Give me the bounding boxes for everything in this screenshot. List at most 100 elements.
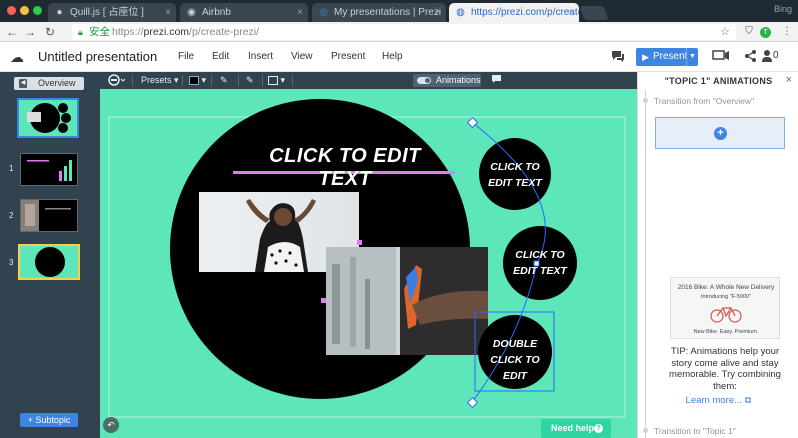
browser-tab[interactable]: ● Quill.js [ 占座位 ] × xyxy=(48,3,176,22)
menu-file[interactable]: File xyxy=(178,51,194,62)
presets-label: Presets xyxy=(141,75,172,85)
question-icon: ? xyxy=(594,424,603,433)
need-help-button[interactable]: Need help ? xyxy=(541,419,611,438)
line-style-icon[interactable]: ✎ xyxy=(246,74,254,87)
comments-icon[interactable] xyxy=(610,49,626,67)
toolbar-divider xyxy=(262,75,263,86)
plus-icon: + xyxy=(714,127,727,140)
tab-title: My presentations | Prezi xyxy=(334,7,442,18)
timeline-dot xyxy=(643,428,648,433)
path-handle xyxy=(466,396,479,409)
toolbar-divider xyxy=(211,75,212,86)
menu-present[interactable]: Present xyxy=(331,51,365,62)
url-text: https://prezi.com/p/create-prezi/ xyxy=(112,24,259,40)
tip-image-caption: New Bike. Easy. Premium. xyxy=(693,329,759,335)
presets-dropdown[interactable]: Presets ▾ xyxy=(141,74,179,87)
chevron-down-icon[interactable]: ▼ xyxy=(686,48,698,66)
close-icon[interactable]: × xyxy=(786,74,792,86)
slide-number: 1 xyxy=(9,164,14,173)
add-animation-box[interactable]: + xyxy=(655,117,785,149)
back-button[interactable]: ↶ xyxy=(103,417,119,433)
browser-tab[interactable]: ◎ My presentations | Prezi × xyxy=(312,3,446,22)
learn-more-link[interactable]: Learn more... ⧉ xyxy=(638,395,798,406)
overview-label: Overview xyxy=(38,78,76,88)
photo-hand[interactable] xyxy=(326,247,488,355)
back-arrow-icon[interactable]: ← xyxy=(4,24,20,40)
circle-thumbnail xyxy=(35,247,65,277)
cloud-icon[interactable]: ☁ xyxy=(10,49,26,65)
slides-sidebar: ◀ Overview 1 2 3 + Subtopic xyxy=(0,72,100,438)
present-button[interactable]: ▶ Present ▼ xyxy=(636,48,698,66)
present-label: Present xyxy=(653,51,688,62)
prezi-icon: ◎ xyxy=(319,7,328,18)
slide-thumbnail-2[interactable] xyxy=(20,199,78,232)
reload-icon[interactable]: ↻ xyxy=(42,24,58,40)
slide-thumbnail-3[interactable] xyxy=(18,244,80,280)
bubble-text-2[interactable]: CLICK TO EDIT TEXT xyxy=(508,247,572,279)
close-icon[interactable]: × xyxy=(568,3,574,22)
animations-label: Animations xyxy=(436,75,481,85)
timeline-dot xyxy=(643,98,648,103)
lock-icon: 🔒︎ xyxy=(78,27,83,37)
play-icon: ▶ xyxy=(642,52,649,62)
share-icon[interactable] xyxy=(744,49,758,67)
border-color-picker[interactable]: ▾ xyxy=(268,74,285,87)
timeline-line xyxy=(645,90,646,438)
menu-insert[interactable]: Insert xyxy=(248,51,273,62)
close-icon[interactable]: × xyxy=(165,3,171,22)
slide-thumbnail-1[interactable] xyxy=(20,153,78,186)
comment-icon[interactable] xyxy=(491,74,502,87)
location-pin-icon: ◉ xyxy=(187,7,196,18)
browser-user-label[interactable]: Bing xyxy=(774,4,792,14)
forward-arrow-icon[interactable]: → xyxy=(22,24,38,40)
tip-image: 2016 Bike: A Whole New Delivery Introduc… xyxy=(670,277,780,339)
url-host: prezi.com xyxy=(143,26,190,38)
pen-icon[interactable]: ✎ xyxy=(220,74,228,87)
maximize-window-button[interactable] xyxy=(33,6,42,15)
animations-toggle[interactable]: Animations xyxy=(413,74,481,87)
overview-icon: ◀ xyxy=(19,79,27,88)
tip-image-subtitle: Introducing "F-5000" xyxy=(700,294,752,300)
toggle-icon xyxy=(417,77,431,84)
presentation-title[interactable]: Untitled presentation xyxy=(38,49,157,64)
minimize-window-button[interactable] xyxy=(20,6,29,15)
bubble-text-1[interactable]: CLICK TO EDIT TEXT xyxy=(483,159,547,191)
toolbar-divider xyxy=(182,75,183,86)
github-icon: ● xyxy=(56,7,63,18)
fill-color-picker[interactable]: ▾ xyxy=(189,74,206,87)
secure-label: 安全 xyxy=(89,26,110,38)
menu-view[interactable]: View xyxy=(291,51,313,62)
transition-from-label: Transition from "Overview" xyxy=(654,96,755,106)
menu-help[interactable]: Help xyxy=(382,51,403,62)
shield-extension-icon[interactable]: ⛉ xyxy=(742,25,756,39)
green-extension-icon[interactable]: T xyxy=(760,27,771,38)
browser-tab[interactable]: ◉ Airbnb × xyxy=(180,3,308,22)
editor-toolbar: Presets ▾ ▾ ✎ ✎ ▾ Animations xyxy=(100,72,637,89)
add-subtopic-button[interactable]: + Subtopic xyxy=(20,413,78,427)
browser-toolbar: ← → ↻ 🔒︎ 安全 https://prezi.com/p/create-p… xyxy=(0,22,798,42)
canvas-title-text[interactable]: CLICK TO EDIT TEXT xyxy=(240,145,450,191)
tab-title: https://prezi.com/p/create xyxy=(471,7,579,18)
menu-edit[interactable]: Edit xyxy=(212,51,229,62)
collaborator-count: 0 xyxy=(773,50,779,61)
close-icon[interactable]: × xyxy=(435,3,441,22)
presenter-view-icon[interactable] xyxy=(712,49,730,67)
transition-to-label: Transition to "Topic 1" xyxy=(654,426,736,436)
panel-title: "TOPIC 1" ANIMATIONS xyxy=(664,76,773,86)
app-window: ● Quill.js [ 占座位 ] × ◉ Airbnb × ◎ My pre… xyxy=(0,0,798,438)
overview-button[interactable]: ◀ Overview xyxy=(14,77,84,90)
shape-style-dropdown[interactable] xyxy=(108,74,126,87)
presentation-canvas[interactable]: CLICK TO EDIT TEXT CLICK TO EDIT TEXT CL… xyxy=(100,89,637,438)
menu-dots-icon[interactable]: ⋮ xyxy=(780,25,794,39)
close-icon[interactable]: × xyxy=(297,3,303,22)
bookmark-star-icon[interactable]: ☆ xyxy=(720,24,730,40)
new-tab-button[interactable] xyxy=(579,6,609,20)
close-window-button[interactable] xyxy=(7,6,16,15)
browser-tab-active[interactable]: ◍ https://prezi.com/p/create × xyxy=(449,3,579,22)
overview-thumbnail[interactable] xyxy=(17,98,79,138)
address-bar[interactable]: 🔒︎ 安全 https://prezi.com/p/create-prezi/ … xyxy=(72,24,736,40)
bicycle-icon xyxy=(710,307,742,323)
bubble-text-3[interactable]: DOUBLE CLICK TO EDIT xyxy=(481,336,549,384)
tip-image-title: 2016 Bike: A Whole New Delivery xyxy=(677,284,775,291)
browser-tab-strip: ● Quill.js [ 占座位 ] × ◉ Airbnb × ◎ My pre… xyxy=(0,0,798,22)
